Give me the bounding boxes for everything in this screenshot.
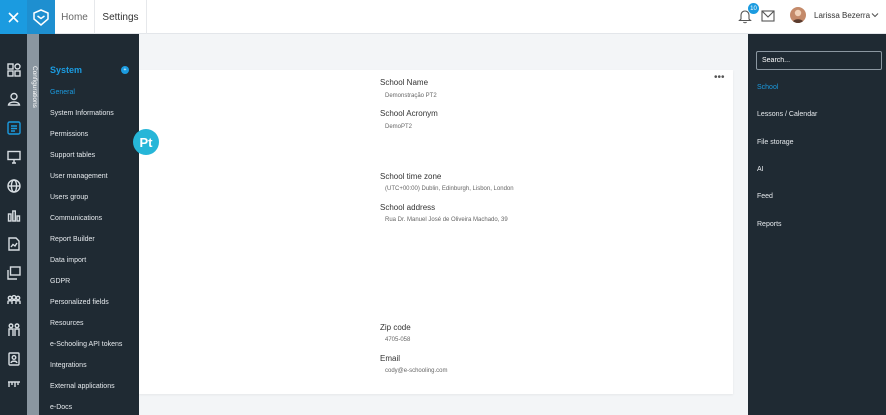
rail-group[interactable]: [0, 291, 27, 311]
school-acronym-label: School Acronym: [380, 109, 438, 118]
rail-bar-chart[interactable]: [0, 205, 27, 225]
tab-home[interactable]: Home: [55, 0, 95, 34]
menu-item-api-tokens[interactable]: e-Schooling API tokens: [50, 341, 122, 348]
gallery-icon: [6, 266, 21, 280]
globe-icon: [6, 179, 21, 193]
right-item-feed[interactable]: Feed: [757, 193, 773, 200]
menu-item-general[interactable]: General: [50, 89, 75, 96]
rail-document-chart[interactable]: [0, 234, 27, 254]
mail-icon[interactable]: [761, 10, 775, 22]
menu-item-e-docs[interactable]: e-Docs: [50, 404, 72, 411]
school-logo[interactable]: Pt: [133, 129, 159, 155]
menu-item-user-management[interactable]: User management: [50, 173, 108, 180]
rail-ruler[interactable]: [0, 374, 27, 394]
configurations-label: Configurations: [31, 66, 38, 108]
school-time-zone-label: School time zone: [380, 172, 442, 181]
avatar[interactable]: [790, 7, 806, 23]
menu-section-title[interactable]: System: [50, 65, 82, 75]
rail-user[interactable]: [0, 89, 27, 109]
top-bar: Home Settings 10 Larissa Bezerra: [0, 0, 886, 34]
menu-item-support-tables[interactable]: Support tables: [50, 152, 95, 159]
icon-rail: [0, 34, 27, 415]
more-options-button[interactable]: •••: [714, 73, 725, 83]
rail-monitor[interactable]: [0, 147, 27, 167]
school-acronym-value: DemoPT2: [385, 124, 413, 130]
email-value: cody@e-schooling.com: [385, 368, 448, 374]
bar-chart-icon: [7, 210, 20, 222]
school-time-zone-value: (UTC+00:00) Dublin, Edinburgh, Lisbon, L…: [385, 186, 514, 192]
chevron-down-icon[interactable]: [871, 11, 879, 19]
right-item-reports[interactable]: Reports: [757, 221, 782, 228]
right-item-ai[interactable]: AI: [757, 166, 764, 173]
dashboard-icon: [6, 63, 21, 77]
school-address-value: Rua Dr. Manuel José de Oliveira Machado,…: [385, 217, 508, 223]
email-label: Email: [380, 354, 401, 363]
menu-item-personalized-fields[interactable]: Personalized fields: [50, 299, 109, 306]
user-icon: [7, 92, 20, 106]
rail-id-card[interactable]: [0, 349, 27, 369]
menu-item-resources[interactable]: Resources: [50, 320, 83, 327]
rail-family[interactable]: [0, 320, 27, 340]
rail-gallery[interactable]: [0, 263, 27, 283]
close-icon: [8, 11, 19, 23]
document-chart-icon: [7, 237, 20, 251]
school-address-label: School address: [380, 203, 436, 212]
school-name-value: Demonstração PT2: [385, 93, 437, 99]
menu-section-badge: +: [121, 66, 129, 74]
menu-item-gdpr[interactable]: GDPR: [50, 278, 70, 285]
list-icon: [6, 121, 21, 135]
notification-badge: 10: [748, 3, 759, 14]
school-card: [139, 70, 733, 394]
menu-item-data-import[interactable]: Data import: [50, 257, 86, 264]
menu-item-external-applications[interactable]: External applications: [50, 383, 115, 390]
monitor-icon: [6, 150, 21, 164]
rail-list[interactable]: [0, 118, 27, 138]
menu-item-users-group[interactable]: Users group: [50, 194, 88, 201]
menu-item-report-builder[interactable]: Report Builder: [50, 236, 95, 243]
user-name[interactable]: Larissa Bezerra: [814, 11, 870, 20]
school-name-label: School Name: [380, 78, 429, 87]
tab-settings[interactable]: Settings: [95, 0, 147, 34]
zip-code-value: 4705-058: [385, 337, 411, 343]
menu-item-integrations[interactable]: Integrations: [50, 362, 87, 369]
right-item-lessons-calendar[interactable]: Lessons / Calendar: [757, 111, 817, 118]
rail-dashboard[interactable]: [0, 60, 27, 80]
rail-globe[interactable]: [0, 176, 27, 196]
search-input[interactable]: [756, 51, 882, 70]
id-card-icon: [7, 352, 20, 366]
right-item-file-storage[interactable]: File storage: [757, 139, 794, 146]
app-logo[interactable]: [27, 0, 55, 34]
right-item-school[interactable]: School: [757, 84, 778, 91]
menu-item-system-informations[interactable]: System Informations: [50, 110, 114, 117]
menu-item-communications[interactable]: Communications: [50, 215, 102, 222]
family-icon: [7, 323, 20, 336]
zip-code-label: Zip code: [380, 323, 411, 332]
ruler-icon: [7, 381, 20, 387]
close-menu-button[interactable]: [0, 0, 27, 34]
group-icon: [6, 294, 21, 304]
menu-item-permissions[interactable]: Permissions: [50, 131, 88, 138]
shield-logo-icon: [33, 8, 49, 26]
